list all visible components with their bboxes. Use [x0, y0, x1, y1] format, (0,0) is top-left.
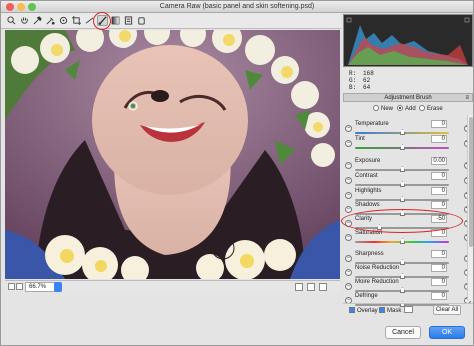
- red-annotation-circle: [93, 12, 111, 30]
- minus-icon[interactable]: −: [345, 125, 352, 132]
- red-annotation-ellipse: [341, 209, 463, 233]
- white-balance-icon[interactable]: [32, 15, 43, 26]
- tool-bar: [1, 13, 341, 29]
- mode-erase[interactable]: Erase: [419, 105, 443, 113]
- minus-icon[interactable]: −: [345, 269, 352, 276]
- r-value: 168: [363, 70, 374, 77]
- slider-label: Shadows: [355, 202, 380, 208]
- slider-value[interactable]: 0.00: [431, 157, 447, 165]
- slider-label: Moire Reduction: [355, 279, 399, 285]
- minus-icon[interactable]: −: [345, 283, 352, 290]
- b-label: B:: [349, 84, 357, 91]
- g-value: 62: [363, 77, 371, 84]
- mask-checkbox[interactable]: Mask: [379, 307, 401, 314]
- histogram: [343, 14, 473, 67]
- g-label: G:: [349, 77, 357, 84]
- image-preview[interactable]: [5, 30, 340, 279]
- hand-icon[interactable]: [19, 15, 30, 26]
- minus-icon[interactable]: −: [345, 255, 352, 262]
- graduated-filter-icon[interactable]: [110, 15, 121, 26]
- zoom-in-icon[interactable]: [16, 283, 23, 290]
- slider-value[interactable]: 0: [431, 172, 447, 180]
- color-sampler-icon[interactable]: [45, 15, 56, 26]
- minus-icon[interactable]: −: [345, 234, 352, 241]
- cancel-button[interactable]: Cancel: [385, 326, 421, 339]
- overlay-label: Overlay: [357, 308, 378, 314]
- slider-label: Sharpness: [355, 251, 384, 257]
- mask-label: Mask: [387, 308, 402, 314]
- minus-icon[interactable]: −: [345, 177, 352, 184]
- rgb-readout: R: 168 G: 62 B: 64: [343, 68, 473, 92]
- before-after-icon[interactable]: [307, 283, 315, 291]
- slider-knob[interactable]: [400, 144, 405, 150]
- slider-value[interactable]: 0: [431, 187, 447, 195]
- slider-label: Temperature: [355, 121, 389, 127]
- toggle-view-icon[interactable]: [319, 283, 327, 291]
- slider-value[interactable]: 0: [431, 292, 447, 300]
- slider-value[interactable]: 0: [431, 201, 447, 209]
- panel-menu-icon[interactable]: ≡: [465, 95, 469, 101]
- r-label: R:: [349, 70, 357, 77]
- panel-header: Adjustment Brush ≡: [343, 93, 473, 102]
- minus-icon[interactable]: −: [345, 162, 352, 169]
- panel-title: Adjustment Brush: [384, 95, 432, 101]
- window-title: Camera Raw (basic panel and skin softeni…: [159, 3, 315, 10]
- slider-label: Defringe: [355, 293, 378, 299]
- slider-label: Noise Reduction: [355, 265, 400, 271]
- overlay-checkbox[interactable]: Overlay: [349, 307, 378, 314]
- mask-color-swatch[interactable]: [404, 306, 413, 313]
- ok-button[interactable]: OK: [429, 326, 465, 339]
- camera-raw-window: Camera Raw (basic panel and skin softeni…: [0, 0, 474, 346]
- scroll-thumb[interactable]: [469, 117, 473, 247]
- minus-icon[interactable]: −: [345, 192, 352, 199]
- slider-label: Exposure: [355, 158, 381, 164]
- slider-label: Tint: [355, 136, 365, 142]
- slider-knob[interactable]: [400, 238, 405, 244]
- slider-tint: −Tint0+: [343, 134, 471, 156]
- mode-add[interactable]: Add: [397, 105, 416, 113]
- zoom-level-value: 66.7%: [29, 284, 47, 290]
- status-bar: 66.7%: [5, 280, 340, 292]
- b-value: 64: [363, 84, 371, 91]
- minus-icon[interactable]: −: [345, 140, 352, 147]
- slider-label: Contrast: [355, 173, 378, 179]
- mode-new-label: New: [381, 106, 394, 112]
- title-bar: Camera Raw (basic panel and skin softeni…: [1, 1, 473, 13]
- targeted-adjust-icon[interactable]: [58, 15, 69, 26]
- clear-all-button[interactable]: Clear All: [433, 305, 461, 315]
- slider-value[interactable]: 0: [431, 264, 447, 272]
- slider-value[interactable]: 0: [431, 135, 447, 143]
- mode-add-label: Add: [405, 106, 416, 112]
- photo-woman-with-lei: [5, 30, 340, 279]
- rotate-icon[interactable]: [136, 15, 147, 26]
- preferences-icon[interactable]: [123, 15, 134, 26]
- mode-erase-label: Erase: [427, 106, 443, 112]
- zoom-out-icon[interactable]: [8, 283, 15, 290]
- brush-mode-group: New Add Erase: [343, 103, 473, 114]
- chevron-down-icon[interactable]: [54, 282, 62, 292]
- slider-value[interactable]: 0: [431, 120, 447, 128]
- slider-value[interactable]: 0: [431, 278, 447, 286]
- mode-new[interactable]: New: [373, 105, 393, 113]
- minus-icon[interactable]: −: [345, 206, 352, 213]
- zoom-icon[interactable]: [6, 15, 17, 26]
- slider-label: Highlights: [355, 188, 382, 194]
- panel-scrollbar[interactable]: [467, 115, 473, 301]
- slider-value[interactable]: 0: [431, 250, 447, 258]
- filter-icon[interactable]: [295, 283, 303, 291]
- crop-icon[interactable]: [71, 15, 82, 26]
